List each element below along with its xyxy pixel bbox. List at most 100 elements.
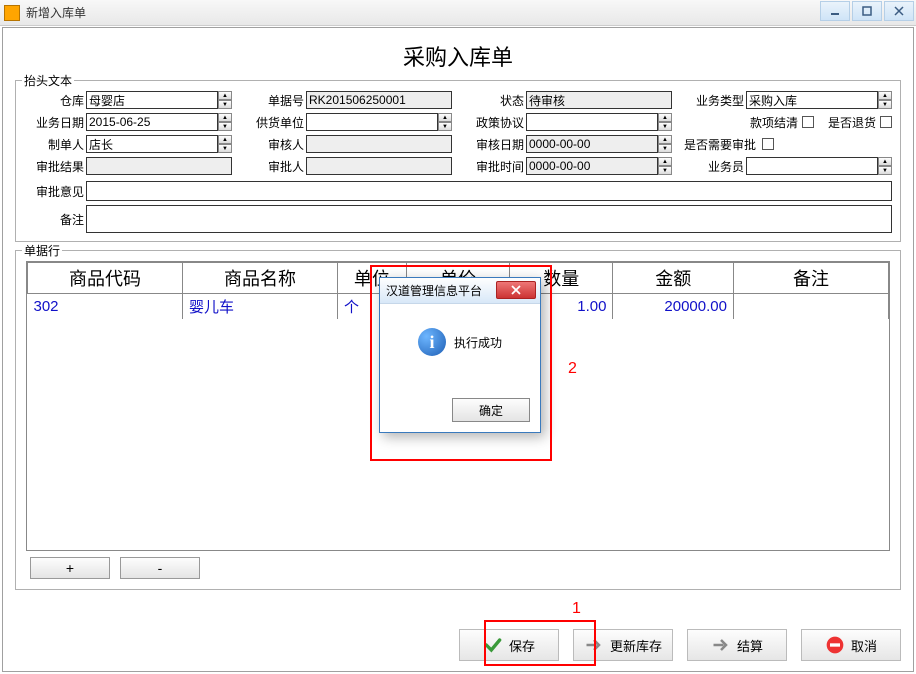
chk-needaudit[interactable]: 是否需要审批 <box>684 136 774 153</box>
add-row-button[interactable]: + <box>30 557 110 579</box>
input-auditdate: 0000-00-00 <box>526 135 658 153</box>
field-status: 状态 待审核 <box>464 91 672 109</box>
info-icon: i <box>418 328 446 356</box>
cell-name[interactable]: 婴儿车 <box>182 294 337 320</box>
page-title: 采购入库单 <box>11 32 905 76</box>
label-docno: 单据号 <box>244 92 304 109</box>
input-salesman[interactable] <box>746 157 878 175</box>
window-controls <box>820 1 914 21</box>
label-status: 状态 <box>464 92 524 109</box>
label-auditor: 审核人 <box>244 136 304 153</box>
field-biztype: 业务类型 采购入库 ▲▼ <box>684 91 892 109</box>
input-auditor <box>306 135 452 153</box>
update-stock-button[interactable]: 更新库存 <box>573 629 673 661</box>
close-button[interactable] <box>884 1 914 21</box>
input-bizdate[interactable]: 2015-06-25 <box>86 113 218 131</box>
col-code[interactable]: 商品代码 <box>28 263 183 294</box>
app-icon <box>4 5 20 21</box>
field-docno: 单据号 RK201506250001 <box>244 91 452 109</box>
field-approvetime: 审批时间 0000-00-00 ▲▼ <box>464 157 672 175</box>
input-policy[interactable] <box>526 113 658 131</box>
spinner-supplier[interactable]: ▲▼ <box>438 113 452 131</box>
maximize-button[interactable] <box>852 1 882 21</box>
annotation-label-1: 1 <box>572 600 581 618</box>
cancel-icon <box>825 635 845 655</box>
label-auditdate: 审核日期 <box>464 136 524 153</box>
input-supplier[interactable] <box>306 113 438 131</box>
label-salesman: 业务员 <box>684 158 744 175</box>
header-legend: 抬头文本 <box>22 72 74 89</box>
field-policy: 政策协议 ▲▼ <box>464 113 672 131</box>
input-auditresult <box>86 157 232 175</box>
dialog-titlebar[interactable]: 汉道管理信息平台 <box>380 278 540 304</box>
info-dialog: 汉道管理信息平台 i 执行成功 确定 <box>379 277 541 433</box>
dialog-close-button[interactable] <box>496 281 536 299</box>
label-auditopinion: 审批意见 <box>24 183 84 200</box>
field-supplier: 供货单位 ▲▼ <box>244 113 452 131</box>
spinner-approvetime[interactable]: ▲▼ <box>658 157 672 175</box>
field-auditdate: 审核日期 0000-00-00 ▲▼ <box>464 135 672 153</box>
col-remark[interactable]: 备注 <box>733 263 888 294</box>
spinner-auditdate[interactable]: ▲▼ <box>658 135 672 153</box>
dialog-footer: 确定 <box>380 368 540 432</box>
input-auditopinion[interactable] <box>86 181 892 201</box>
save-button[interactable]: 保存 <box>459 629 559 661</box>
label-bizdate: 业务日期 <box>24 114 84 131</box>
input-biztype[interactable]: 采购入库 <box>746 91 878 109</box>
field-needaudit: 是否需要审批 <box>684 135 892 153</box>
window-title: 新增入库单 <box>26 4 86 21</box>
field-auditresult: 审批结果 <box>24 157 232 175</box>
field-bizdate: 业务日期 2015-06-25 ▲▼ <box>24 113 232 131</box>
col-amount[interactable]: 金额 <box>613 263 734 294</box>
field-auditor: 审核人 <box>244 135 452 153</box>
check-icon <box>483 635 503 655</box>
input-remark[interactable] <box>86 205 892 233</box>
row-buttons: + - <box>30 557 886 579</box>
field-warehouse: 仓库 母婴店 ▲▼ <box>24 91 232 109</box>
input-approver <box>306 157 452 175</box>
col-name[interactable]: 商品名称 <box>182 263 337 294</box>
cell-remark[interactable] <box>733 294 888 320</box>
dialog-body: i 执行成功 <box>380 304 540 368</box>
cell-code[interactable]: 302 <box>28 294 183 320</box>
field-remark: 备注 <box>24 205 892 233</box>
annotation-label-2: 2 <box>568 360 577 378</box>
header-fieldset: 抬头文本 仓库 母婴店 ▲▼ 单据号 RK201506250001 状态 待审核… <box>15 80 901 242</box>
chk-payclear[interactable]: 款项结清 <box>750 114 814 131</box>
input-status: 待审核 <box>526 91 672 109</box>
arrow-right-icon <box>584 635 604 655</box>
label-approver: 审批人 <box>244 158 304 175</box>
spinner-biztype[interactable]: ▲▼ <box>878 91 892 109</box>
dialog-title-text: 汉道管理信息平台 <box>386 282 482 299</box>
label-approvetime: 审批时间 <box>464 158 524 175</box>
input-warehouse[interactable]: 母婴店 <box>86 91 218 109</box>
dialog-message: 执行成功 <box>454 334 502 351</box>
label-remark: 备注 <box>24 211 84 228</box>
dialog-ok-button[interactable]: 确定 <box>452 398 530 422</box>
bottom-buttons: 保存 更新库存 结算 取消 <box>459 629 901 661</box>
rows-legend: 单据行 <box>22 242 62 259</box>
field-payreturn: 款项结清 是否退货 <box>684 113 892 131</box>
field-auditopinion: 审批意见 <box>24 181 892 201</box>
input-approvetime: 0000-00-00 <box>526 157 658 175</box>
arrow-right-icon <box>711 635 731 655</box>
label-supplier: 供货单位 <box>244 114 304 131</box>
title-bar: 新增入库单 <box>0 0 916 26</box>
cancel-button[interactable]: 取消 <box>801 629 901 661</box>
input-maker[interactable]: 店长 <box>86 135 218 153</box>
spinner-warehouse[interactable]: ▲▼ <box>218 91 232 109</box>
field-maker: 制单人 店长 ▲▼ <box>24 135 232 153</box>
spinner-maker[interactable]: ▲▼ <box>218 135 232 153</box>
remove-row-button[interactable]: - <box>120 557 200 579</box>
cell-amount[interactable]: 20000.00 <box>613 294 734 320</box>
label-auditresult: 审批结果 <box>24 158 84 175</box>
label-maker: 制单人 <box>24 136 84 153</box>
minimize-button[interactable] <box>820 1 850 21</box>
spinner-salesman[interactable]: ▲▼ <box>878 157 892 175</box>
chk-isreturn[interactable]: 是否退货 <box>828 114 892 131</box>
spinner-policy[interactable]: ▲▼ <box>658 113 672 131</box>
spinner-bizdate[interactable]: ▲▼ <box>218 113 232 131</box>
settle-button[interactable]: 结算 <box>687 629 787 661</box>
field-approver: 审批人 <box>244 157 452 175</box>
label-warehouse: 仓库 <box>24 92 84 109</box>
